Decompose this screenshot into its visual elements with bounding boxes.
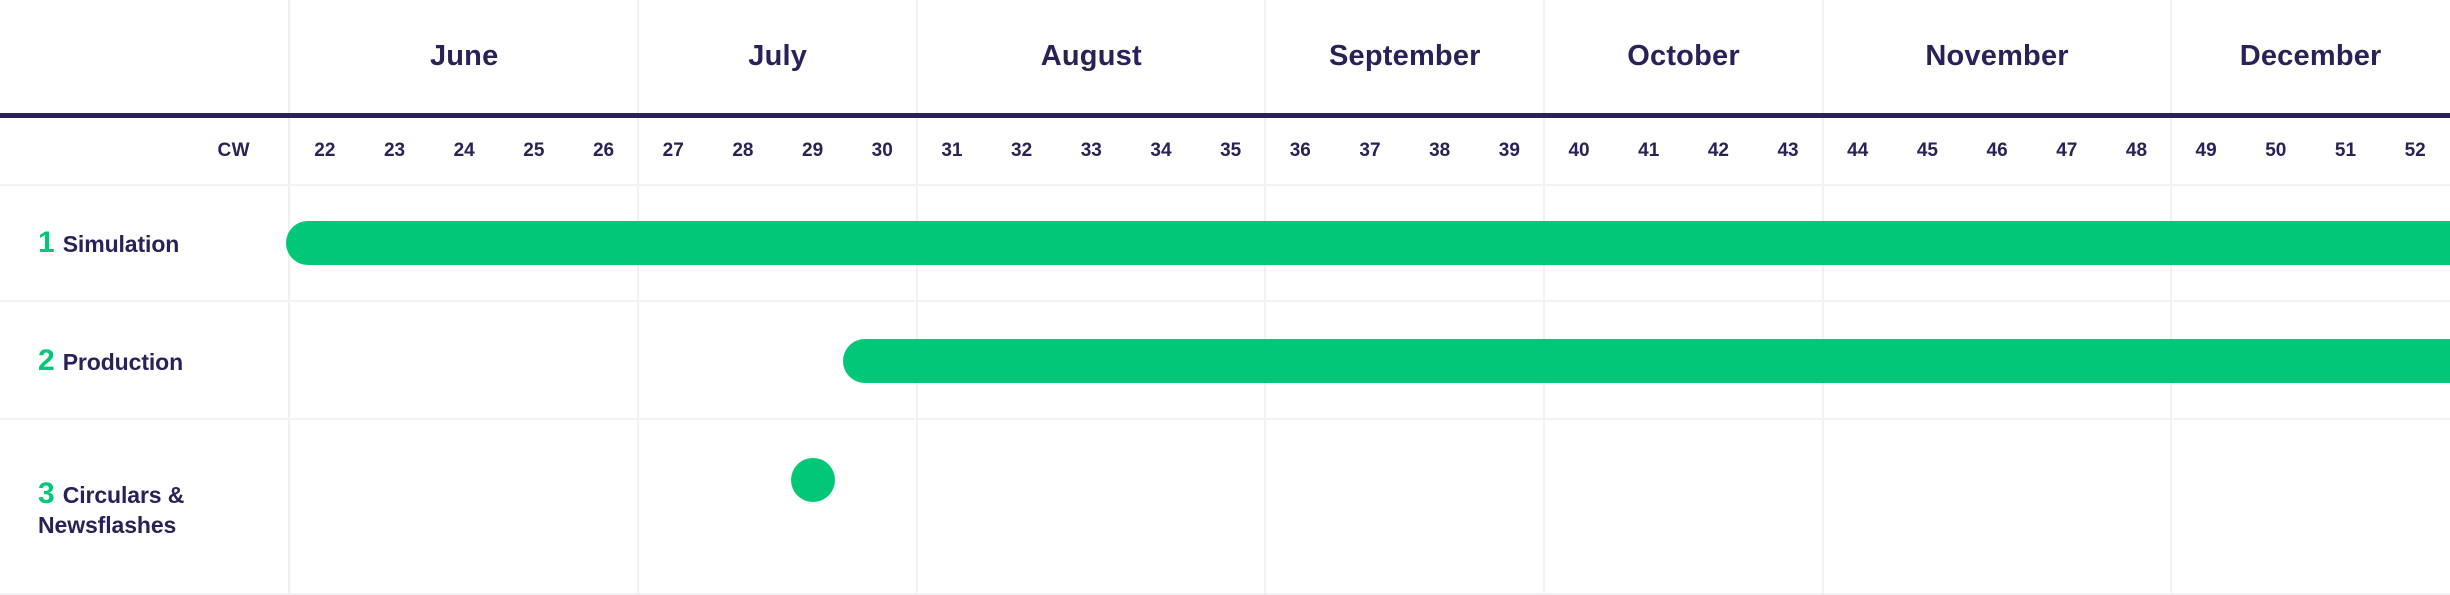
calendar-week-cell: 25 bbox=[523, 140, 545, 161]
calendar-week-row: CW 22 23 24 25 26 27 28 29 30 31 32 33 34 35 36 37 38 39 4… bbox=[0, 118, 2450, 184]
month-header-row: June July August September October November De… bbox=[0, 0, 2450, 113]
calendar-week-cell: 24 bbox=[453, 140, 475, 161]
calendar-week-cell: 33 bbox=[1080, 140, 1102, 161]
calendar-week-cell: 27 bbox=[662, 140, 684, 161]
gantt-row-number: 2 bbox=[38, 344, 55, 378]
calendar-week-cell: 44 bbox=[1847, 140, 1869, 161]
calendar-week-cell: 40 bbox=[1568, 140, 1590, 161]
calendar-week-cell: 35 bbox=[1220, 140, 1242, 161]
gantt-row-label[interactable]: 3 Circulars & Newsflashes bbox=[0, 420, 290, 595]
month-header-cell: November bbox=[1823, 0, 2171, 113]
calendar-week-cell: 29 bbox=[802, 140, 824, 161]
month-label: November bbox=[1925, 40, 2069, 72]
month-header-cell: December bbox=[2171, 0, 2450, 113]
calendar-week-cell: 39 bbox=[1498, 140, 1520, 161]
calendar-week-cell: 26 bbox=[592, 140, 615, 161]
month-label: August bbox=[1040, 40, 1142, 72]
calendar-week-cell: 28 bbox=[732, 140, 754, 161]
gantt-row-label[interactable]: 1 Simulation bbox=[0, 184, 290, 302]
calendar-week-cell: 46 bbox=[1986, 140, 2008, 161]
gantt-row-number: 1 bbox=[38, 226, 55, 260]
calendar-week-cell: 48 bbox=[2125, 140, 2148, 161]
month-header-cell: July bbox=[638, 0, 917, 113]
calendar-week-cell: 34 bbox=[1150, 140, 1172, 161]
calendar-week-cell: 32 bbox=[1011, 140, 1033, 161]
gantt-row-number: 3 bbox=[38, 477, 55, 511]
calendar-week-cell: 49 bbox=[2195, 140, 2217, 161]
gantt-row: 3 Circulars & Newsflashes bbox=[0, 420, 2450, 595]
month-header-cell: August bbox=[917, 0, 1265, 113]
calendar-week-cell: 37 bbox=[1359, 140, 1381, 161]
calendar-week-cell: 41 bbox=[1638, 140, 1660, 161]
gantt-row-title: Circulars & Newsflashes bbox=[38, 482, 185, 538]
month-label: June bbox=[429, 40, 499, 72]
calendar-week-cell: 47 bbox=[2056, 140, 2078, 161]
gantt-bar[interactable] bbox=[843, 339, 2450, 383]
month-label: September bbox=[1328, 40, 1481, 72]
calendar-week-cell: 30 bbox=[871, 140, 893, 161]
gantt-row-label[interactable]: 2 Production bbox=[0, 302, 290, 420]
calendar-week-cell: 45 bbox=[1916, 140, 1938, 161]
calendar-week-cell: 51 bbox=[2334, 140, 2357, 161]
calendar-week-cell: 43 bbox=[1777, 140, 1799, 161]
gantt-milestone-dot[interactable] bbox=[790, 458, 835, 502]
calendar-week-cell: 36 bbox=[1289, 140, 1311, 161]
calendar-week-cell: 38 bbox=[1429, 140, 1451, 161]
month-header-cell: September bbox=[1265, 0, 1544, 113]
gantt-row: 2 Production bbox=[0, 302, 2450, 420]
gantt-bar[interactable] bbox=[286, 221, 2450, 265]
month-label: July bbox=[748, 40, 808, 72]
calendar-week-cell: 22 bbox=[314, 140, 336, 161]
calendar-week-cell: 31 bbox=[941, 140, 963, 161]
gantt-row: 1 Simulation bbox=[0, 184, 2450, 302]
month-label: October bbox=[1627, 40, 1740, 72]
calendar-week-cell: 52 bbox=[2404, 140, 2426, 161]
month-header-cell: October bbox=[1544, 0, 1823, 113]
gantt-row-title: Simulation bbox=[62, 231, 180, 258]
cw-axis-label: CW bbox=[217, 140, 250, 161]
gantt-row-title: Production bbox=[62, 349, 184, 376]
calendar-week-cell: 42 bbox=[1707, 140, 1729, 161]
month-label: December bbox=[2239, 40, 2382, 72]
gantt-chart: June July August September October November De… bbox=[0, 0, 2450, 595]
calendar-week-cell: 50 bbox=[2265, 140, 2287, 161]
calendar-week-cell: 23 bbox=[383, 140, 406, 161]
month-header-cell: June bbox=[290, 0, 638, 113]
